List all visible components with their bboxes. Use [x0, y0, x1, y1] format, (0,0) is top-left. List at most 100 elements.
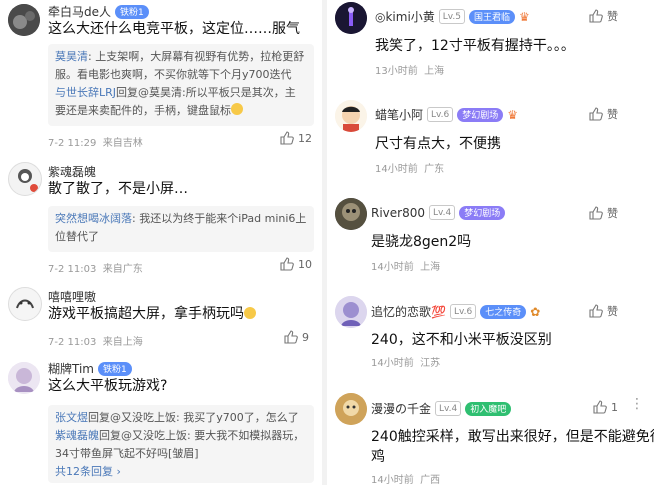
like-button[interactable]: 赞	[589, 205, 618, 221]
comment-time: 14小时前	[375, 164, 418, 175]
comment-username[interactable]: 漫漫の千金 Lv.4 初入魔吧	[371, 400, 512, 417]
thumbs-up-icon	[589, 9, 603, 23]
comment-text-continued: 鸡	[371, 449, 385, 465]
comment-text: 是骁龙8gen2吗	[371, 234, 472, 250]
comment-meta: 14小时前 江苏	[371, 354, 440, 369]
comment-username[interactable]: 追忆的恋歌💯 Lv.6 七之传奇 ✿	[371, 303, 540, 320]
reply-username[interactable]: 紫魂磊魄	[55, 429, 99, 442]
comment-time: 7-2 11:03	[48, 337, 97, 348]
comment-text: 这么大还什么电竞平板，这定位……服气	[48, 21, 300, 37]
comment-username[interactable]: ◎kimi小黄 Lv.5 国王君临 ♛	[375, 8, 530, 25]
thumbs-up-icon	[589, 304, 603, 318]
like-button[interactable]: 赞	[589, 303, 618, 319]
avatar[interactable]	[335, 100, 367, 132]
comment-meta: 14小时前 上海	[371, 258, 440, 273]
comment-time: 14小时前	[371, 262, 414, 273]
username-text[interactable]: 嘻嘻哩嗷	[48, 288, 96, 305]
level-tag: Lv.4	[435, 401, 462, 416]
username-text[interactable]: 牵白马de人	[48, 3, 111, 20]
title-badge: 梦幻剧场	[457, 107, 504, 122]
thumbs-up-icon	[589, 107, 603, 121]
comment-username[interactable]: 糊牌Tim 铁粉1	[48, 360, 132, 377]
reply-text: : 我还以为终于能来个iPad mini6上	[132, 212, 307, 225]
avatar[interactable]	[8, 162, 42, 196]
like-button[interactable]: 赞	[589, 106, 618, 122]
crown-icon: ♛	[507, 107, 519, 122]
reply-username[interactable]: 莫昊清	[55, 50, 88, 63]
avatar-image-icon	[8, 362, 40, 394]
avatar-image-icon	[335, 296, 367, 328]
like-button[interactable]: 赞	[589, 8, 618, 24]
like-button[interactable]: 1	[593, 400, 618, 414]
comment-username[interactable]: 牵白马de人 铁粉1	[48, 3, 149, 20]
comment-username[interactable]: 蜡笔小阿 Lv.6 梦幻剧场 ♛	[375, 106, 518, 123]
username-text[interactable]: 追忆的恋歌💯	[371, 303, 446, 320]
comment-item: River800 Lv.4 梦幻剧场 是骁龙8gen2吗 14小时前 上海 赞	[327, 198, 654, 286]
title-badge-label: 梦幻剧场	[462, 111, 499, 121]
thumbs-up-icon	[589, 206, 603, 220]
more-replies-link[interactable]: 共12条回复 ›	[55, 463, 307, 481]
reply-line: 紫魂磊魄回复@又没吃上饭: 要大我不如模拟器玩，	[55, 427, 307, 445]
comment-text: 游戏平板搞超大屏，拿手柄玩吗	[48, 304, 256, 325]
comment-meta: 7-2 11:03 来自广东	[48, 260, 143, 275]
more-options-icon[interactable]: ⋮	[630, 396, 645, 412]
comment-item: 追忆的恋歌💯 Lv.6 七之传奇 ✿ 240，这不和小米平板没区别 14小时前 …	[327, 296, 654, 378]
like-label: 赞	[607, 108, 618, 121]
reply-username[interactable]: 突然想喝冰阔落	[55, 212, 132, 225]
comment-item: 糊牌Tim 铁粉1 这么大平板玩游戏? 张文煜回复@又没吃上饭: 我买了y700…	[0, 360, 322, 485]
grimace-emoji-icon	[244, 307, 256, 319]
username-text[interactable]: ◎kimi小黄	[375, 8, 435, 25]
avatar[interactable]	[335, 2, 367, 34]
more-replies-label[interactable]: 共12条回复	[55, 465, 113, 478]
username-text[interactable]: River800	[371, 206, 425, 220]
reply-line: 与世长辞LRJ回复@莫昊清:所以平板只是其次，主	[55, 84, 307, 102]
reply-preview-box[interactable]: 莫昊清: 上支架啊，大屏幕有视野有优势，拉枪更舒 服。看电影也爽啊，不买你就等下…	[48, 44, 314, 126]
comment-location: 江苏	[420, 358, 441, 369]
reply-text: 位替代了	[55, 230, 99, 243]
avatar[interactable]	[8, 362, 40, 394]
comment-meta: 14小时前 广东	[375, 160, 444, 175]
reply-preview-box[interactable]: 张文煜回复@又没吃上饭: 我买了y700了，怎么了 紫魂磊魄回复@又没吃上饭: …	[48, 405, 314, 483]
username-text[interactable]: 蜡笔小阿	[375, 106, 423, 123]
reply-text: : 上支架啊，大屏幕有视野有优势，拉枪更舒	[88, 50, 305, 63]
username-text[interactable]: 紫魂磊魄	[48, 163, 96, 180]
reply-line: 要还是来卖配件的，手柄，键盘鼠标	[55, 102, 307, 120]
avatar[interactable]	[335, 393, 367, 425]
avatar-image-icon	[335, 2, 367, 34]
comment-location: 来自吉林	[102, 138, 143, 149]
fan-badge: 铁粉1	[98, 361, 132, 376]
comment-username[interactable]: 嘻嘻哩嗷	[48, 288, 96, 305]
reply-text: 回复@莫昊清:所以平板只是其次，主	[116, 86, 296, 99]
like-button[interactable]: 9	[284, 330, 309, 344]
comment-meta: 13小时前 上海	[375, 62, 444, 77]
chevron-right-icon: ›	[116, 465, 121, 478]
comment-item: 牵白马de人 铁粉1 这么大还什么电竞平板，这定位……服气 莫昊清: 上支架啊，…	[0, 0, 322, 158]
avatar-image-icon	[8, 4, 40, 36]
reply-line: 位替代了	[55, 228, 307, 246]
reply-text: 要还是来卖配件的，手柄，键盘鼠标	[55, 104, 231, 117]
like-button[interactable]: 12	[280, 131, 312, 145]
avatar[interactable]	[8, 4, 40, 36]
crown-icon: ♛	[519, 9, 530, 24]
comment-location: 上海	[424, 66, 445, 77]
comment-location: 广西	[420, 475, 441, 485]
comment-time: 13小时前	[375, 66, 418, 77]
level-tag: Lv.6	[427, 107, 454, 122]
username-text[interactable]: 漫漫の千金	[371, 400, 431, 417]
comment-username[interactable]: River800 Lv.4 梦幻剧场	[371, 205, 506, 220]
avatar[interactable]	[335, 296, 367, 328]
reply-username[interactable]: 与世长辞LRJ	[55, 86, 116, 99]
reply-text: 回复@又没吃上饭: 要大我不如模拟器玩，	[99, 429, 305, 442]
title-badge-label: 初入魔吧	[470, 405, 507, 415]
avatar-image-icon	[9, 288, 41, 320]
reply-username[interactable]: 张文煜	[55, 411, 88, 424]
like-button[interactable]: 10	[280, 257, 312, 271]
avatar[interactable]	[8, 287, 42, 321]
comment-meta: 7-2 11:03 来自上海	[48, 333, 143, 348]
comment-item: ◎kimi小黄 Lv.5 国王君临 ♛ 我笑了，12寸平板有握持干。。。 13小…	[327, 0, 654, 92]
reply-preview-box[interactable]: 突然想喝冰阔落: 我还以为终于能来个iPad mini6上 位替代了	[48, 206, 314, 252]
username-text[interactable]: 糊牌Tim	[48, 360, 94, 377]
fan-badge-label: 铁粉1	[120, 8, 144, 18]
avatar[interactable]	[335, 198, 367, 230]
comment-username[interactable]: 紫魂磊魄	[48, 163, 96, 180]
